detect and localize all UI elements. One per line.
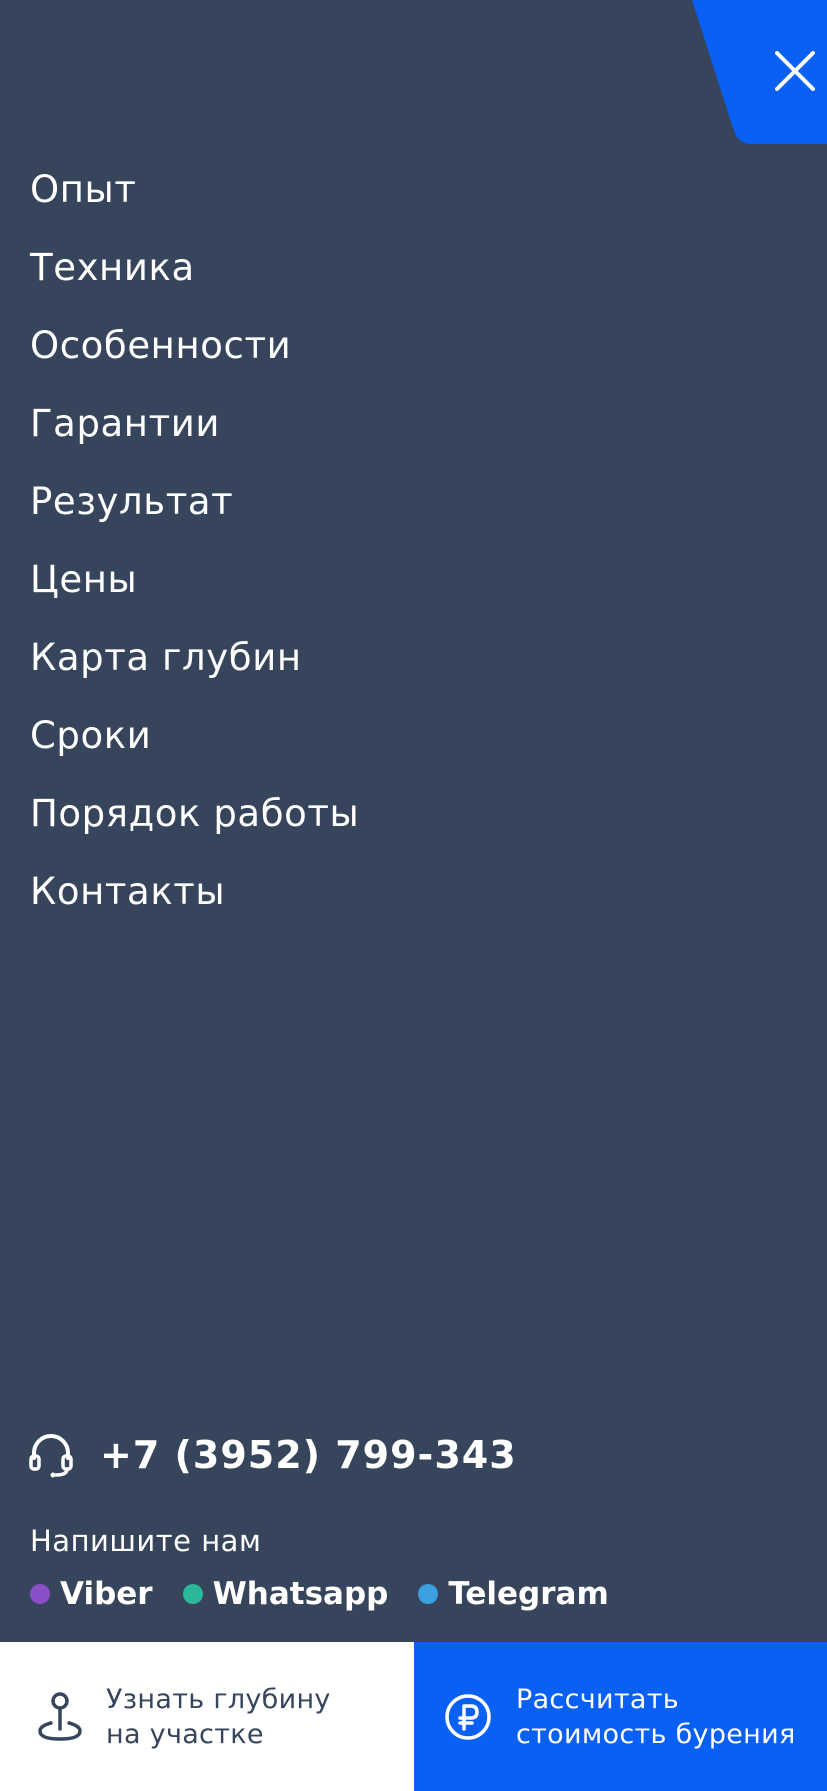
calculate-cost-button[interactable]: Рассчитать стоимость бурения bbox=[414, 1642, 827, 1791]
viber-dot-icon bbox=[30, 1584, 50, 1604]
whatsapp-link[interactable]: Whatsapp bbox=[182, 1576, 389, 1612]
calculate-cost-line-2: стоимость бурения bbox=[516, 1718, 796, 1750]
whatsapp-label: Whatsapp bbox=[212, 1576, 389, 1612]
telegram-link[interactable]: Telegram bbox=[418, 1576, 609, 1612]
bottom-action-bar: Узнать глубину на участке Рассчитать сто… bbox=[0, 1642, 827, 1791]
location-pin-icon bbox=[38, 1691, 82, 1741]
phone-number: +7 (3952) 799-343 bbox=[100, 1433, 517, 1477]
find-depth-button[interactable]: Узнать глубину на участке bbox=[0, 1642, 414, 1791]
close-icon bbox=[775, 51, 815, 91]
nav-item-depth-map[interactable]: Карта глубин bbox=[30, 618, 359, 696]
nav-item-features[interactable]: Особенности bbox=[30, 306, 359, 384]
close-menu-button[interactable] bbox=[692, 0, 827, 144]
find-depth-line-2: на участке bbox=[106, 1718, 264, 1750]
write-us-label: Напишите нам bbox=[30, 1524, 262, 1558]
mobile-menu-overlay: Опыт Техника Особенности Гарантии Резуль… bbox=[0, 0, 827, 1791]
nav-item-guarantees[interactable]: Гарантии bbox=[30, 384, 359, 462]
nav-item-result[interactable]: Результат bbox=[30, 462, 359, 540]
main-navigation: Опыт Техника Особенности Гарантии Резуль… bbox=[30, 150, 359, 930]
phone-link[interactable]: +7 (3952) 799-343 bbox=[28, 1430, 517, 1480]
telegram-dot-icon bbox=[418, 1584, 439, 1604]
nav-item-terms[interactable]: Сроки bbox=[30, 696, 359, 774]
ruble-icon bbox=[445, 1693, 491, 1740]
find-depth-line-1: Узнать глубину bbox=[106, 1683, 331, 1715]
nav-item-equipment[interactable]: Техника bbox=[30, 228, 359, 306]
calculate-cost-text: Рассчитать стоимость бурения bbox=[516, 1682, 796, 1752]
messenger-links: Viber Whatsapp Telegram bbox=[30, 1574, 639, 1614]
nav-item-workflow[interactable]: Порядок работы bbox=[30, 774, 359, 852]
viber-label: Viber bbox=[60, 1576, 153, 1612]
nav-item-experience[interactable]: Опыт bbox=[30, 150, 359, 228]
calculate-cost-line-1: Рассчитать bbox=[516, 1683, 679, 1715]
viber-link[interactable]: Viber bbox=[30, 1576, 153, 1612]
find-depth-text: Узнать глубину на участке bbox=[106, 1682, 331, 1752]
nav-item-prices[interactable]: Цены bbox=[30, 540, 359, 618]
nav-item-contacts[interactable]: Контакты bbox=[30, 852, 359, 930]
whatsapp-dot-icon bbox=[182, 1584, 203, 1604]
headset-icon bbox=[29, 1434, 73, 1478]
telegram-label: Telegram bbox=[448, 1576, 609, 1612]
